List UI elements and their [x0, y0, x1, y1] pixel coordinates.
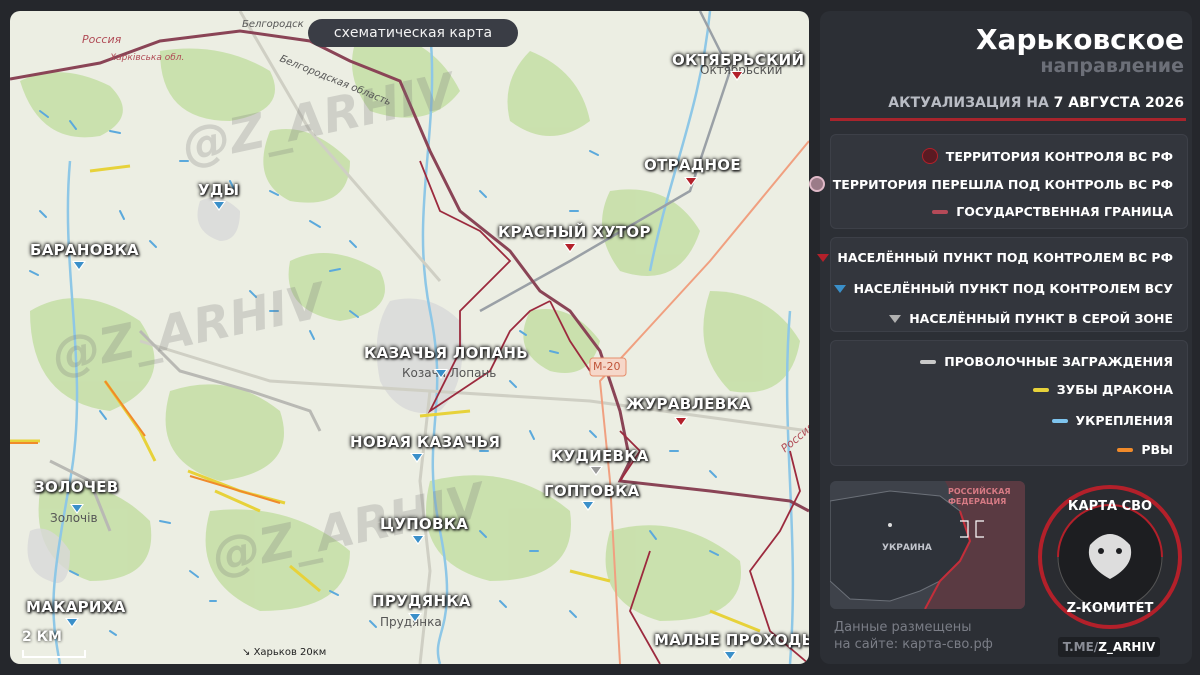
map-type-chip: схематическая карта — [308, 19, 518, 47]
settlement-marker-ua-icon[interactable] — [723, 651, 737, 661]
ru-triangle-icon — [817, 253, 830, 262]
legend-item-fortifications: УКРЕПЛЕНИЯ — [1051, 413, 1174, 428]
ua-triangle-icon — [833, 284, 846, 293]
legend-item-ru-territory: ТЕРРИТОРИЯ КОНТРОЛЯ ВС РФ — [921, 148, 1173, 164]
title-divider — [830, 118, 1186, 121]
date-prefix: АКТУАЛИЗАЦИЯ НА — [888, 95, 1054, 111]
settlement-label: ЖУРАВЛЕВКА — [626, 395, 751, 413]
legend-territory: ТЕРРИТОРИЯ КОНТРОЛЯ ВС РФ ТЕРРИТОРИЯ ПЕР… — [808, 134, 1188, 229]
legend-item-ditches: РВЫ — [1117, 442, 1173, 457]
legend-label: ПРОВОЛОЧНЫЕ ЗАГРАЖДЕНИЯ — [944, 354, 1173, 369]
date-value: 7 АВГУСТА 2026 — [1053, 95, 1184, 111]
legend-label: РВЫ — [1141, 442, 1173, 457]
settlement-marker-ua-icon[interactable] — [410, 453, 424, 463]
legend-label: НАСЕЛЁННЫЙ ПУНКТ В СЕРОЙ ЗОНЕ — [909, 311, 1173, 326]
kharkiv-ref-text: Харьков 20км — [253, 647, 327, 658]
border-line-icon — [932, 209, 949, 214]
transferred-dot-icon — [808, 176, 825, 192]
settlement-label: УДЫ — [198, 181, 240, 199]
legend-item-transferred: ТЕРРИТОРИЯ ПЕРЕШЛА ПОД КОНТРОЛЬ ВС РФ — [808, 176, 1173, 192]
settlement-label: БАРАНОВКА — [30, 241, 139, 259]
settlement-marker-ua-icon[interactable] — [65, 618, 79, 628]
arrow-icon: ↘ — [242, 647, 254, 658]
gray-triangle-icon — [889, 314, 902, 323]
telegram-link[interactable]: T.ME/Z_ARHIV — [1058, 637, 1160, 657]
minimap-ukraine-label: УКРАИНА — [882, 543, 932, 553]
settlement-marker-ru-icon[interactable] — [674, 417, 688, 427]
overview-minimap: РОССИЙСКАЯ ФЕДЕРАЦИЯ УКРАИНА — [830, 481, 1025, 609]
legend-settlements: НАСЕЛЁННЫЙ ПУНКТ ПОД КОНТРОЛЕМ ВС РФ НАС… — [817, 237, 1188, 332]
legend-fortifications: ПРОВОЛОЧНЫЕ ЗАГРАЖДЕНИЯ ЗУБЫ ДРАКОНА УКР… — [830, 340, 1188, 466]
settlement-label: КРАСНЫЙ ХУТОР — [498, 223, 651, 241]
settlement-label: ПРУДЯНКА — [372, 592, 471, 610]
logo-bottom-text: Z-КОМИТЕТ — [1066, 601, 1154, 616]
settlement-marker-gray-icon[interactable] — [589, 466, 603, 476]
settlement-label: МАЛЫЕ ПРОХОДЫ — [654, 631, 809, 649]
base-label-belgorod-top: Белгородск — [242, 19, 304, 30]
legend-item-gray-settlement: НАСЕЛЁННЫЙ ПУНКТ В СЕРОЙ ЗОНЕ — [889, 311, 1173, 326]
tme-prefix: T.ME/ — [1062, 640, 1099, 654]
scale-bar — [22, 650, 86, 658]
legend-label: ЗУБЫ ДРАКОНА — [1056, 382, 1173, 397]
settlement-marker-ua-icon[interactable] — [408, 613, 422, 623]
settlement-marker-ru-icon[interactable] — [563, 243, 577, 253]
settlement-marker-ua-icon[interactable] — [411, 535, 425, 545]
legend-label: ГОСУДАРСТВЕННАЯ ГРАНИЦА — [956, 204, 1173, 219]
kharkiv-direction-label: ↘ Харьков 20км — [242, 647, 326, 658]
settlement-marker-ua-icon[interactable] — [212, 201, 226, 211]
ditch-line-icon — [1117, 447, 1134, 452]
minimap-russia-label: РОССИЙСКАЯ ФЕДЕРАЦИЯ — [948, 487, 1011, 506]
settlement-marker-ua-icon[interactable] — [434, 369, 448, 379]
settlement-marker-ua-icon[interactable] — [70, 504, 84, 514]
m20-label: М-20 — [593, 360, 621, 373]
map-view[interactable]: @Z_ARHIV @Z_ARHIV @Z_ARHIV схематическая… — [10, 11, 809, 664]
legend-label: ТЕРРИТОРИЯ КОНТРОЛЯ ВС РФ — [945, 148, 1173, 164]
settlement-label: ГОПТОВКА — [544, 482, 640, 500]
legend-label: УКРЕПЛЕНИЯ — [1075, 413, 1174, 428]
logo-top-text: КАРТА СВО — [1067, 499, 1153, 514]
scale-label: 2 КМ — [22, 629, 62, 645]
settlement-marker-ua-icon[interactable] — [581, 501, 595, 511]
base-label-kazacha-lopan: Козача Лопань — [402, 366, 497, 380]
territory-dot-icon — [921, 148, 938, 164]
settlement-label: МАКАРИХА — [26, 598, 126, 616]
legend-label: НАСЕЛЁННЫЙ ПУНКТ ПОД КОНТРОЛЕМ ВС РФ — [837, 250, 1173, 265]
settlement-label: ЦУПОВКА — [380, 515, 469, 533]
settlement-label: ЗОЛОЧЕВ — [34, 478, 119, 496]
settlement-marker-ru-icon[interactable] — [730, 71, 744, 81]
settlement-label: КАЗАЧЬЯ ЛОПАНЬ — [364, 344, 529, 362]
wire-line-icon — [920, 359, 937, 364]
base-label-russia: Россия — [82, 33, 122, 46]
tme-handle: Z_ARHIV — [1098, 640, 1156, 654]
settlement-label: НОВАЯ КАЗАЧЬЯ — [350, 433, 501, 451]
legend-item-ua-settlement: НАСЕЛЁННЫЙ ПУНКТ ПОД КОНТРОЛЕМ ВСУ — [833, 281, 1173, 296]
legend-label: ТЕРРИТОРИЯ ПЕРЕШЛА ПОД КОНТРОЛЬ ВС РФ — [832, 176, 1173, 192]
karta-svo-logo: КАРТА СВО Z-КОМИТЕТ — [1038, 485, 1182, 629]
info-panel: Харьковское направление АКТУАЛИЗАЦИЯ НА … — [808, 11, 1192, 664]
fortification-line-icon — [1051, 418, 1068, 423]
posted-line-2[interactable]: на сайте: карта-сво.рф — [834, 636, 993, 653]
base-label-kharkiv-obl: Харківська обл. — [110, 53, 185, 63]
posted-line-1: Данные размещены — [834, 620, 972, 635]
legend-item-border: ГОСУДАРСТВЕННАЯ ГРАНИЦА — [932, 204, 1173, 219]
legend-label: НАСЕЛЁННЫЙ ПУНКТ ПОД КОНТРОЛЕМ ВСУ — [853, 281, 1173, 296]
settlement-label: КУДИЕВКА — [551, 447, 649, 465]
settlement-label: ОТРАДНОЕ — [644, 156, 741, 174]
settlement-label: ОКТЯБРЬСКИЙ — [672, 51, 805, 69]
legend-item-ru-settlement: НАСЕЛЁННЫЙ ПУНКТ ПОД КОНТРОЛЕМ ВС РФ — [817, 250, 1173, 265]
settlement-marker-ru-icon[interactable] — [684, 177, 698, 187]
dragon-teeth-line-icon — [1032, 387, 1049, 392]
legend-item-wire: ПРОВОЛОЧНЫЕ ЗАГРАЖДЕНИЯ — [920, 354, 1173, 369]
page-subtitle: направление — [1040, 55, 1184, 77]
settlement-marker-ua-icon[interactable] — [72, 261, 86, 271]
legend-item-dragon-teeth: ЗУБЫ ДРАКОНА — [1032, 382, 1173, 397]
update-date: АКТУАЛИЗАЦИЯ НА 7 АВГУСТА 2026 — [888, 95, 1184, 111]
posted-note: Данные размещены на сайте: карта-сво.рф — [834, 619, 993, 653]
page-title: Харьковское — [975, 23, 1184, 56]
